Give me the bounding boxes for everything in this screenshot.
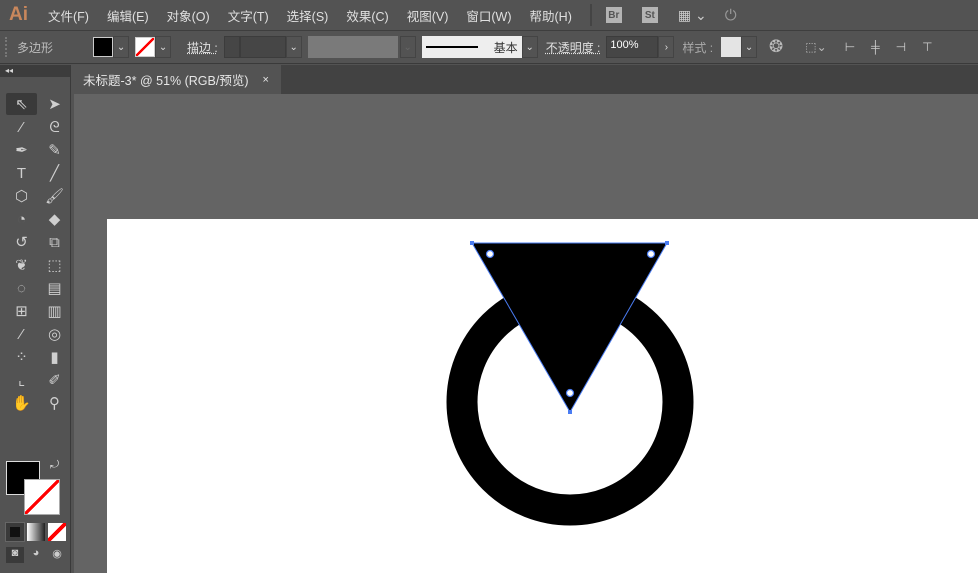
opacity-label[interactable]: 不透明度 :	[546, 39, 601, 56]
document-tabs: 未标题-3* @ 51% (RGB/预览) ×	[74, 65, 978, 94]
menu-window[interactable]: 窗口(W)	[466, 6, 511, 25]
hand-tool-icon[interactable]: ✋	[6, 392, 37, 414]
menu-object[interactable]: 对象(O)	[167, 6, 210, 25]
draw-behind-icon[interactable]: ◕	[27, 547, 45, 563]
close-tab-icon[interactable]: ×	[263, 74, 269, 86]
document-tab[interactable]: 未标题-3* @ 51% (RGB/预览) ×	[74, 65, 281, 94]
menu-select[interactable]: 选择(S)	[287, 6, 329, 25]
pen-tool-icon[interactable]: ✒	[6, 139, 37, 161]
align-right-icon[interactable]: ⊣	[896, 40, 906, 54]
document-tab-title: 未标题-3* @ 51% (RGB/预览)	[83, 74, 249, 88]
lasso-tool-icon[interactable]: ᘓ	[39, 116, 70, 138]
align-top-icon[interactable]: ⊤	[922, 40, 932, 54]
menu-effect[interactable]: 效果(C)	[346, 6, 388, 25]
gradient-mode-icon[interactable]	[27, 523, 45, 541]
align-left-icon[interactable]: ⊢	[845, 40, 855, 54]
stroke-weight-input[interactable]	[239, 36, 286, 58]
rotate-tool-icon[interactable]: ↺	[6, 231, 37, 253]
control-bar: 多边形 ⌄ ⌄ 描边 : ⌄ ⌄ 基本 ⌄ 不透明度 : 100% › 样式 :…	[0, 31, 978, 64]
panel-grip[interactable]	[5, 37, 9, 57]
shape-builder-tool-icon[interactable]: ◌	[6, 277, 37, 299]
opacity-input[interactable]: 100%	[606, 36, 659, 58]
app-logo: Ai	[9, 4, 28, 25]
swap-fill-stroke-icon[interactable]: ⤾	[50, 459, 59, 472]
puppet-warp-tool-icon[interactable]: ❦	[6, 254, 37, 276]
menu-type[interactable]: 文字(T)	[228, 6, 269, 25]
object-type-label: 多边形	[17, 40, 54, 55]
stroke-color-swatch[interactable]	[24, 479, 60, 515]
graphic-style-swatch[interactable]	[721, 37, 742, 57]
eyedropper-tool-icon[interactable]: ⁄	[6, 323, 37, 345]
artwork	[446, 241, 694, 526]
type-tool-icon[interactable]: T	[6, 162, 37, 184]
free-transform-tool-icon[interactable]: ⬚	[39, 254, 70, 276]
align-center-icon[interactable]: ╪	[871, 40, 880, 54]
menu-help[interactable]: 帮助(H)	[530, 6, 572, 25]
perspective-grid-tool-icon[interactable]: ▤	[39, 277, 70, 299]
stroke-weight-dropdown[interactable]: ⌄	[285, 36, 302, 58]
fill-stroke-control[interactable]: ⤾	[6, 459, 62, 517]
paintbrush-tool-icon[interactable]: 🖌	[39, 185, 70, 207]
polygon-tool-icon[interactable]: ⬡	[6, 185, 37, 207]
variable-width-dropdown: ⌄	[399, 36, 416, 58]
mesh-tool-icon[interactable]: ⊞	[6, 300, 37, 322]
slice-tool-icon[interactable]: ✐	[39, 369, 70, 391]
symbol-sprayer-tool-icon[interactable]: ⁘	[6, 346, 37, 368]
color-mode-icon[interactable]	[5, 522, 25, 542]
canvas-area[interactable]	[74, 94, 978, 573]
shaper-tool-icon[interactable]: ◔	[6, 208, 37, 230]
menu-edit[interactable]: 编辑(E)	[107, 6, 149, 25]
graphic-style-dropdown[interactable]: ⌄	[741, 36, 758, 58]
brush-dropdown[interactable]: ⌄	[521, 36, 538, 58]
variable-width-profile[interactable]	[307, 36, 398, 58]
stock-button[interactable]: St	[641, 7, 658, 23]
draw-inside-icon[interactable]: ◉	[48, 547, 66, 563]
stroke-swatch[interactable]	[135, 37, 156, 57]
fill-dropdown[interactable]: ⌄	[113, 36, 130, 58]
transform-icon[interactable]: ⬚⌄	[805, 40, 826, 54]
stroke-weight-stepper[interactable]	[223, 36, 240, 58]
bridge-button[interactable]: Br	[605, 7, 622, 23]
eraser-tool-icon[interactable]: ◆	[39, 208, 70, 230]
divider	[589, 4, 592, 26]
opacity-expand[interactable]: ›	[658, 36, 675, 58]
gradient-tool-icon[interactable]: ▥	[39, 300, 70, 322]
collapse-panel-icon[interactable]: ◂◂	[0, 65, 70, 77]
draw-normal-icon[interactable]: ◙	[6, 547, 24, 563]
workspace-layout-icon[interactable]: ▦ ⌄	[678, 7, 707, 24]
magic-wand-tool-icon[interactable]: ⁄	[6, 116, 37, 138]
tools-panel: ◂◂ ⇖ ➤ ⁄ ᘓ ✒ ✎ T ╱ ⬡ 🖌 ◔ ◆ ↺ ⧉ ❦ ⬚ ◌ ▤ ⊞…	[0, 65, 71, 573]
menu-file[interactable]: 文件(F)	[48, 6, 89, 25]
brush-label: 基本	[493, 40, 518, 55]
column-graph-tool-icon[interactable]: ▮	[39, 346, 70, 368]
scale-tool-icon[interactable]: ⧉	[39, 231, 70, 253]
brush-definition[interactable]: 基本	[421, 36, 522, 58]
style-label: 样式 :	[682, 40, 714, 55]
direct-selection-tool-icon[interactable]: ➤	[39, 93, 70, 115]
selection-tool-icon[interactable]: ⇖	[6, 93, 37, 115]
recolor-artwork-icon[interactable]: ❂	[769, 37, 783, 57]
fill-swatch[interactable]	[93, 37, 114, 57]
menu-bar: Ai 文件(F) 编辑(E) 对象(O) 文字(T) 选择(S) 效果(C) 视…	[0, 0, 978, 31]
stroke-label[interactable]: 描边 :	[187, 39, 218, 56]
stroke-dropdown[interactable]: ⌄	[155, 36, 172, 58]
menu-view[interactable]: 视图(V)	[407, 6, 449, 25]
zoom-tool-icon[interactable]: ⚲	[39, 392, 70, 414]
line-tool-icon[interactable]: ╱	[39, 162, 70, 184]
gpu-performance-icon[interactable]: ⏻	[725, 7, 737, 24]
blend-tool-icon[interactable]: ◎	[39, 323, 70, 345]
artboard-tool-icon[interactable]: ⌞	[6, 369, 37, 391]
none-mode-icon[interactable]	[48, 523, 66, 541]
curvature-tool-icon[interactable]: ✎	[39, 139, 70, 161]
